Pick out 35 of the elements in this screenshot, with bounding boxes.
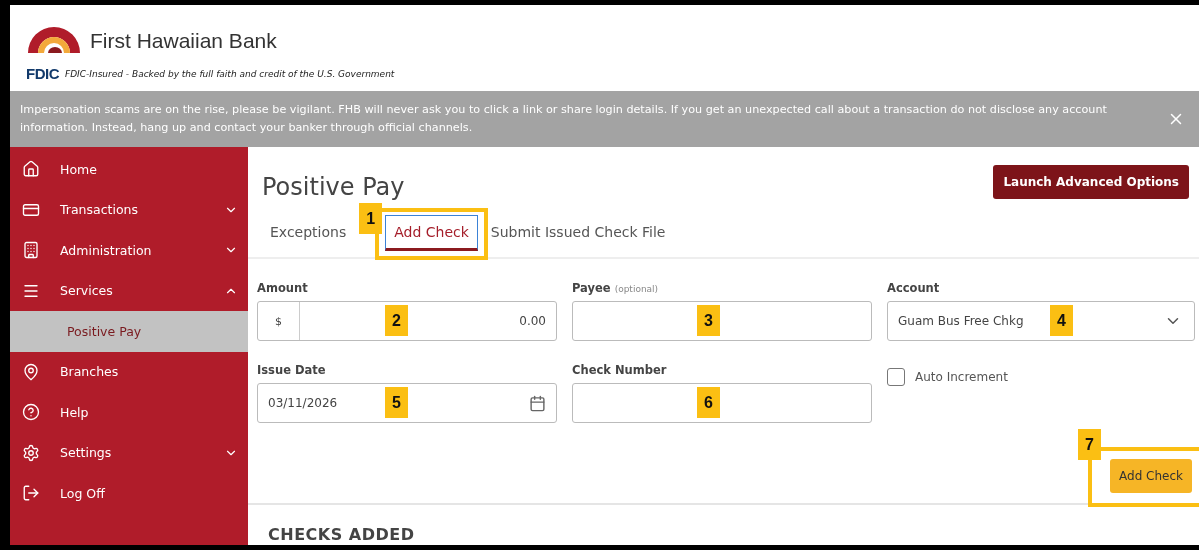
sidebar-item[interactable]: Log Off [10,473,248,514]
field-label: Payee [572,281,611,295]
callout-number: 7 [1078,429,1101,460]
callout-number: 1 [359,203,383,234]
sidebar-item[interactable]: Home [10,149,248,190]
section-title: CHECKS ADDED [267,524,416,544]
alert-text: Impersonation scams are on the rise, please be vigilant. FHB will never ask you to click a link or share login details. If you get an unexpected call about a transaction do not disclose any account information. Instead, hang up and contact your banker through official channels. [20,102,1108,136]
page-title: Positive Pay [262,173,405,201]
callout-number: 2 [385,305,408,336]
field-label: Account [887,281,940,295]
sidebar-item[interactable]: Transactions [10,189,248,230]
advanced-options-button[interactable]: Launch Advanced Options [993,165,1189,199]
callout-number: 5 [385,387,408,418]
fdic-mark: FDIC [26,65,59,82]
bank-name: First Hawaiian Bank [90,29,277,53]
checkbox-label: Auto Increment [915,370,1008,384]
currency-prefix: $ [258,302,300,340]
tab[interactable]: Submit Issued Check File [481,215,675,251]
fdic-notice: FDIC-Insured - Backed by the full faith and credit of the U.S. Government [65,68,395,79]
optional-hint: (optional) [614,284,659,294]
field-label: Amount [257,281,308,295]
sidebar-item[interactable]: Help [10,392,248,433]
sidebar-item[interactable]: Services [10,270,248,311]
sidebar-item[interactable]: Administration [10,230,248,271]
add-check-button[interactable]: Add Check [1110,459,1192,493]
field-label: Check Number [572,363,667,377]
callout-number: 6 [697,387,720,418]
tab[interactable]: Add Check [385,215,478,251]
tab[interactable]: Exceptions [261,215,356,251]
callout-number: 3 [697,305,720,336]
callout-number: 4 [1050,305,1073,336]
sidebar-item[interactable]: Positive Pay [10,311,248,352]
field-label: Issue Date [257,363,326,377]
sidebar-item[interactable]: Settings [10,432,248,473]
sidebar-item[interactable]: Branches [10,351,248,392]
